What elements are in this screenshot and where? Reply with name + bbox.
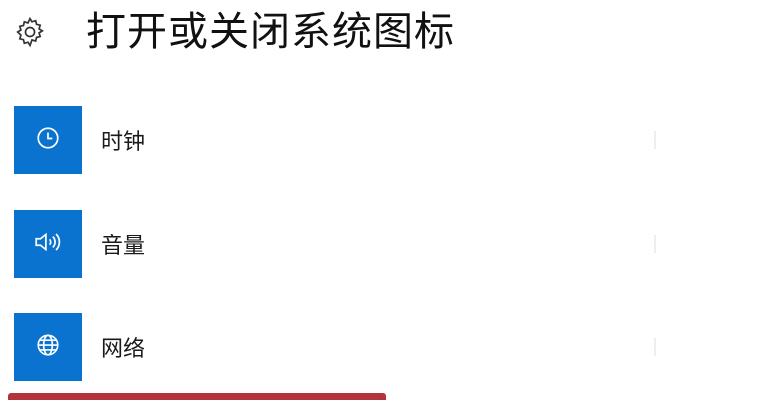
settings-page: 打开或关闭系统图标 时钟 音量 网络: [0, 0, 762, 400]
page-title: 打开或关闭系统图标: [86, 9, 455, 55]
toggle-placeholder: [654, 131, 656, 149]
page-header: 打开或关闭系统图标: [12, 0, 455, 64]
toggle-placeholder: [654, 235, 656, 253]
clock-tile: [14, 106, 82, 174]
toggle-placeholder: [654, 338, 656, 356]
clock-label: 时钟: [101, 130, 146, 155]
globe-icon: [35, 332, 61, 362]
volume-tile: [14, 210, 82, 278]
system-icon-row-network[interactable]: 网络: [14, 312, 145, 382]
system-icon-row-clock[interactable]: 时钟: [14, 105, 145, 175]
gear-icon: [12, 14, 48, 50]
system-icon-row-volume[interactable]: 音量: [14, 209, 145, 279]
volume-label: 音量: [101, 234, 146, 259]
network-tile: [14, 313, 82, 381]
clock-icon: [35, 125, 61, 155]
highlight-box-edge: [8, 393, 386, 400]
volume-icon: [33, 229, 63, 259]
network-label: 网络: [101, 337, 146, 362]
